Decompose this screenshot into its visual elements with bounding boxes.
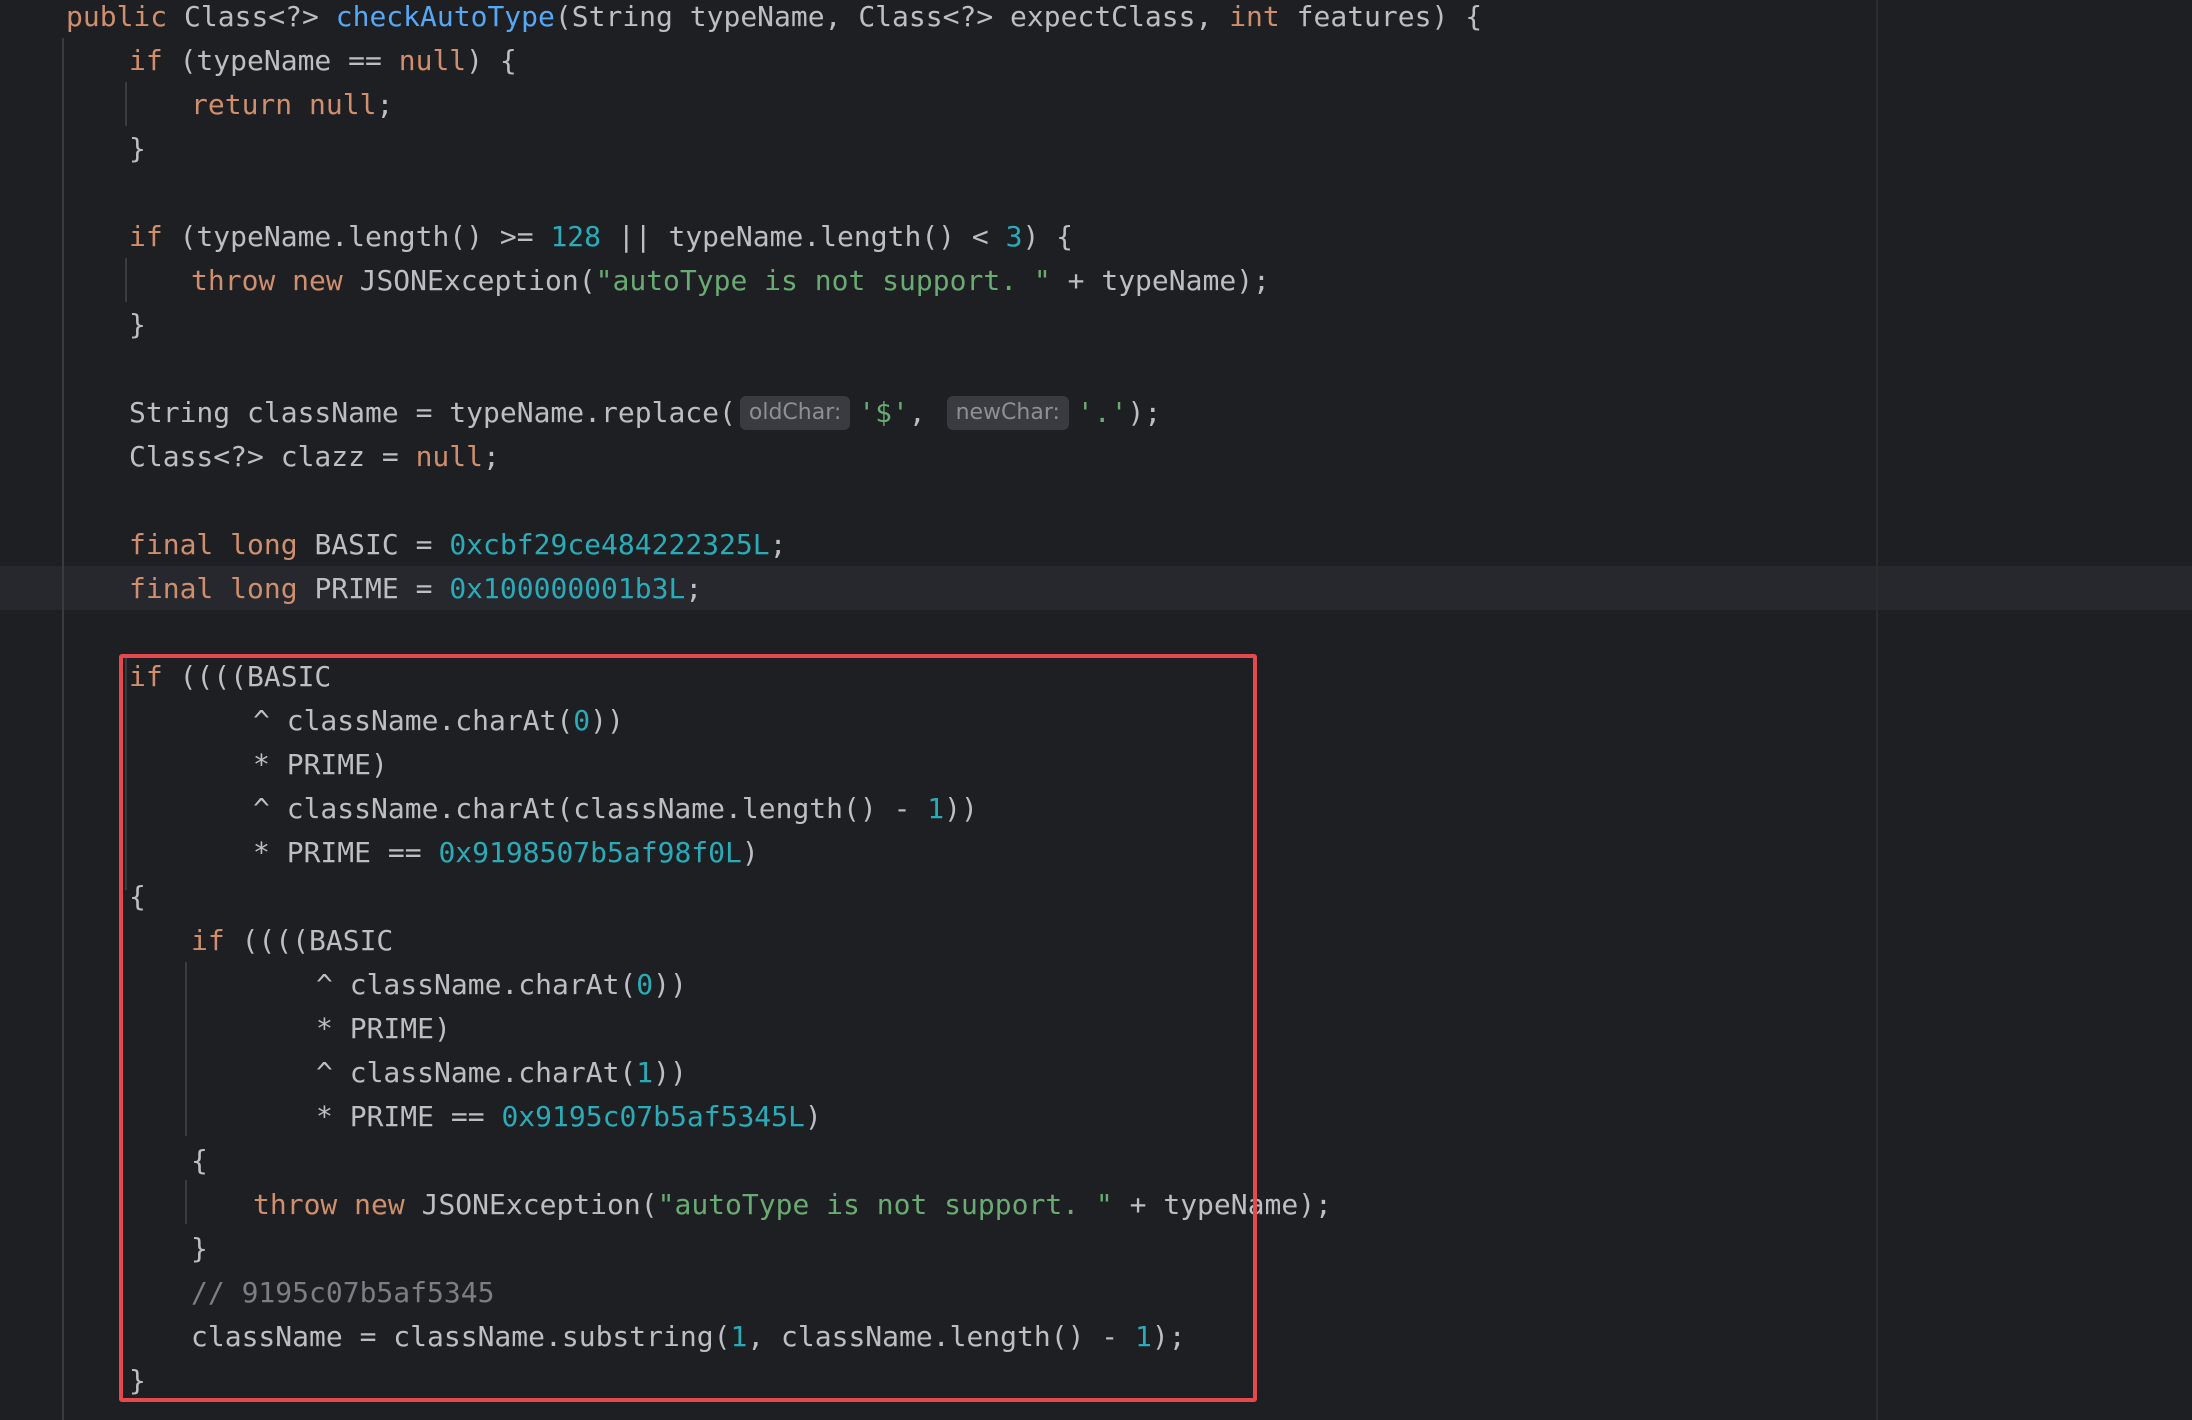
char-literal: '$' — [858, 396, 909, 429]
code-line-2[interactable]: if (typeName == null) { — [0, 39, 517, 83]
code-token: (String typeName, Class<?> expectClass, — [554, 0, 1230, 33]
code-token: return — [191, 88, 293, 121]
code-token: null — [398, 44, 467, 77]
code-token: ) { — [466, 44, 517, 77]
code-token: long — [230, 572, 298, 605]
code-token: + typeName); — [1050, 264, 1270, 297]
string-literal: "autoType is not support. " — [595, 264, 1051, 297]
code-token: null — [309, 88, 377, 121]
code-token: PRIME = — [297, 572, 450, 605]
code-token: ; — [483, 440, 500, 473]
code-token: 3 — [1005, 220, 1023, 253]
code-token: public — [66, 0, 168, 33]
code-token: ; — [685, 572, 703, 605]
code-editor[interactable]: public Class<?> checkAutoType(String typ… — [0, 0, 2192, 1420]
code-token: 0x100000001b3L — [449, 572, 686, 605]
code-line-13[interactable]: final long BASIC = 0xcbf29ce484222325L; — [0, 523, 786, 567]
code-token: int — [1229, 0, 1280, 33]
code-token: } — [129, 308, 146, 341]
code-token: if — [129, 220, 163, 253]
code-line-14[interactable]: final long PRIME = 0x100000001b3L; — [0, 567, 702, 611]
code-token: features) { — [1279, 0, 1483, 33]
code-line-6[interactable]: if (typeName.length() >= 128 || typeName… — [0, 215, 1073, 259]
code-token: ); — [1127, 396, 1162, 429]
code-token: 0xcbf29ce484222325L — [449, 528, 770, 561]
code-line-10[interactable]: String className = typeName.replace(oldC… — [0, 391, 1161, 435]
code-line-7[interactable]: throw new JSONException("autoType is not… — [0, 259, 1270, 303]
code-token: final — [129, 528, 214, 561]
code-line-3[interactable]: return null; — [0, 83, 393, 127]
code-token: ; — [769, 528, 787, 561]
code-token: throw — [191, 264, 276, 297]
code-line-11[interactable]: Class<?> clazz = null; — [0, 435, 500, 479]
code-token: Class<?> clazz = — [129, 440, 416, 473]
code-token: 128 — [550, 220, 602, 253]
code-token: new — [292, 264, 343, 297]
code-token: null — [415, 440, 484, 473]
code-line-1[interactable]: public Class<?> checkAutoType(String typ… — [0, 0, 1482, 39]
code-line-8[interactable]: } — [0, 303, 146, 347]
code-token: , — [908, 396, 943, 429]
code-token: final — [129, 572, 214, 605]
code-token: (typeName.length() >= — [162, 220, 551, 253]
code-token: ; — [376, 88, 394, 121]
code-token: || typeName.length() < — [601, 220, 1006, 253]
method-name: checkAutoType — [335, 0, 555, 33]
code-token: if — [129, 44, 163, 77]
char-literal: '.' — [1076, 396, 1128, 429]
code-token: Class<?> — [167, 0, 336, 33]
code-token: ) { — [1022, 220, 1074, 253]
parameter-hint-newchar: newChar: — [946, 396, 1069, 430]
code-token: BASIC = — [297, 528, 450, 561]
code-token: long — [230, 528, 298, 561]
code-token: JSONException( — [342, 264, 596, 297]
code-token: String className = typeName.replace( — [129, 396, 736, 429]
highlight-annotation-box — [119, 654, 1257, 1402]
right-margin-guide — [1876, 0, 1878, 1420]
parameter-hint-oldchar: oldChar: — [739, 396, 851, 430]
code-token: (typeName == — [162, 44, 399, 77]
code-token: } — [129, 132, 146, 165]
code-line-4[interactable]: } — [0, 127, 146, 171]
